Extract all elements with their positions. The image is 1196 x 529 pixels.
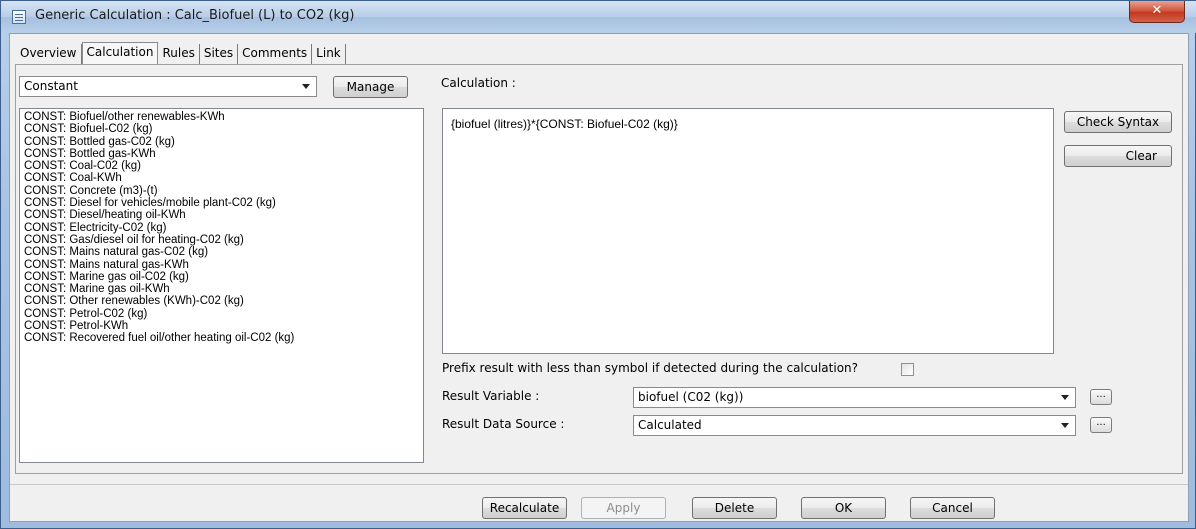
list-item[interactable]: CONST: Electricity-C02 (kg) <box>24 222 419 234</box>
window-title: Generic Calculation : Calc_Biofuel (L) t… <box>35 8 355 23</box>
list-item[interactable]: CONST: Petrol-KWh <box>24 320 419 332</box>
chevron-down-icon <box>302 84 310 89</box>
close-button[interactable]: ✕ <box>1129 1 1185 23</box>
manage-button[interactable]: Manage <box>333 76 408 98</box>
list-item[interactable]: CONST: Other renewables (KWh)-C02 (kg) <box>24 295 419 307</box>
result-variable-label: Result Variable : <box>442 389 540 403</box>
recalculate-button[interactable]: Recalculate <box>482 497 567 519</box>
tab-overview-label: Overview <box>20 46 77 60</box>
chevron-down-icon <box>1061 395 1069 400</box>
list-item[interactable]: CONST: Marine gas oil-KWh <box>24 283 419 295</box>
window-icon <box>12 10 26 24</box>
result-data-source-value: Calculated <box>638 418 702 432</box>
tab-rules-label: Rules <box>162 46 195 60</box>
tab-sites-label: Sites <box>203 46 234 60</box>
list-item[interactable]: CONST: Mains natural gas-KWh <box>24 259 419 271</box>
result-variable-browse-button[interactable]: ... <box>1090 389 1112 405</box>
tab-overview[interactable]: Overview <box>16 44 82 64</box>
calculation-textarea[interactable]: {biofuel (litres)}*{CONST: Biofuel-C02 (… <box>442 108 1054 354</box>
constant-type-value: Constant <box>24 79 78 93</box>
list-item[interactable]: CONST: Gas/diesel oil for heating-C02 (k… <box>24 234 419 246</box>
chevron-down-icon <box>1061 423 1069 428</box>
constants-list[interactable]: CONST: Biofuel/other renewables-KWh CONS… <box>19 108 424 463</box>
prefix-less-than-checkbox[interactable] <box>901 363 914 376</box>
check-syntax-button[interactable]: Check Syntax <box>1064 111 1172 133</box>
tab-link[interactable]: Link <box>312 44 346 64</box>
list-item[interactable]: CONST: Recovered fuel oil/other heating … <box>24 332 419 344</box>
result-variable-select[interactable]: biofuel (C02 (kg)) <box>633 387 1076 408</box>
delete-button[interactable]: Delete <box>692 497 777 519</box>
tab-strip: Overview Calculation Rules Sites Comment… <box>16 42 346 64</box>
result-data-source-browse-button[interactable]: ... <box>1090 417 1112 433</box>
dialog-window: Generic Calculation : Calc_Biofuel (L) t… <box>0 0 1196 529</box>
dialog-client-area: Overview Calculation Rules Sites Comment… <box>9 33 1189 522</box>
clear-button[interactable]: Clear <box>1064 145 1172 167</box>
tab-sites[interactable]: Sites <box>199 44 239 64</box>
list-item[interactable]: CONST: Coal-KWh <box>24 172 419 184</box>
list-item[interactable]: CONST: Bottled gas-KWh <box>24 148 419 160</box>
calculation-tab-panel: Constant Manage CONST: Biofuel/other ren… <box>15 64 1183 474</box>
result-data-source-label: Result Data Source : <box>442 417 565 431</box>
list-item[interactable]: CONST: Coal-C02 (kg) <box>24 160 419 172</box>
list-item[interactable]: CONST: Petrol-C02 (kg) <box>24 308 419 320</box>
tab-comments-label: Comments <box>242 46 308 60</box>
tab-comments[interactable]: Comments <box>238 44 313 64</box>
calculation-expression: {biofuel (litres)}*{CONST: Biofuel-C02 (… <box>451 117 678 131</box>
list-item[interactable]: CONST: Bottled gas-C02 (kg) <box>24 136 419 148</box>
tab-rules[interactable]: Rules <box>158 44 200 64</box>
apply-button[interactable]: Apply <box>581 497 666 519</box>
result-data-source-select[interactable]: Calculated <box>633 415 1076 436</box>
cancel-button[interactable]: Cancel <box>910 497 995 519</box>
title-bar[interactable]: Generic Calculation : Calc_Biofuel (L) t… <box>1 1 1196 33</box>
ok-button[interactable]: OK <box>801 497 886 519</box>
prefix-less-than-label: Prefix result with less than symbol if d… <box>442 361 859 375</box>
list-item[interactable]: CONST: Marine gas oil-C02 (kg) <box>24 271 419 283</box>
list-item[interactable]: CONST: Diesel for vehicles/mobile plant-… <box>24 197 419 209</box>
list-item[interactable]: CONST: Mains natural gas-C02 (kg) <box>24 246 419 258</box>
tab-link-label: Link <box>316 46 341 60</box>
calculation-label: Calculation : <box>441 76 516 90</box>
list-item[interactable]: CONST: Concrete (m3)-(t) <box>24 185 419 197</box>
list-item[interactable]: CONST: Biofuel/other renewables-KWh <box>24 111 419 123</box>
tab-calculation-label: Calculation <box>86 45 154 59</box>
result-variable-value: biofuel (C02 (kg)) <box>638 390 744 404</box>
tab-calculation[interactable]: Calculation <box>81 42 159 64</box>
list-item[interactable]: CONST: Diesel/heating oil-KWh <box>24 209 419 221</box>
list-item[interactable]: CONST: Biofuel-C02 (kg) <box>24 123 419 135</box>
footer-button-bar: Recalculate Apply Delete OK Cancel <box>10 484 1188 521</box>
constant-type-select[interactable]: Constant <box>19 76 317 97</box>
